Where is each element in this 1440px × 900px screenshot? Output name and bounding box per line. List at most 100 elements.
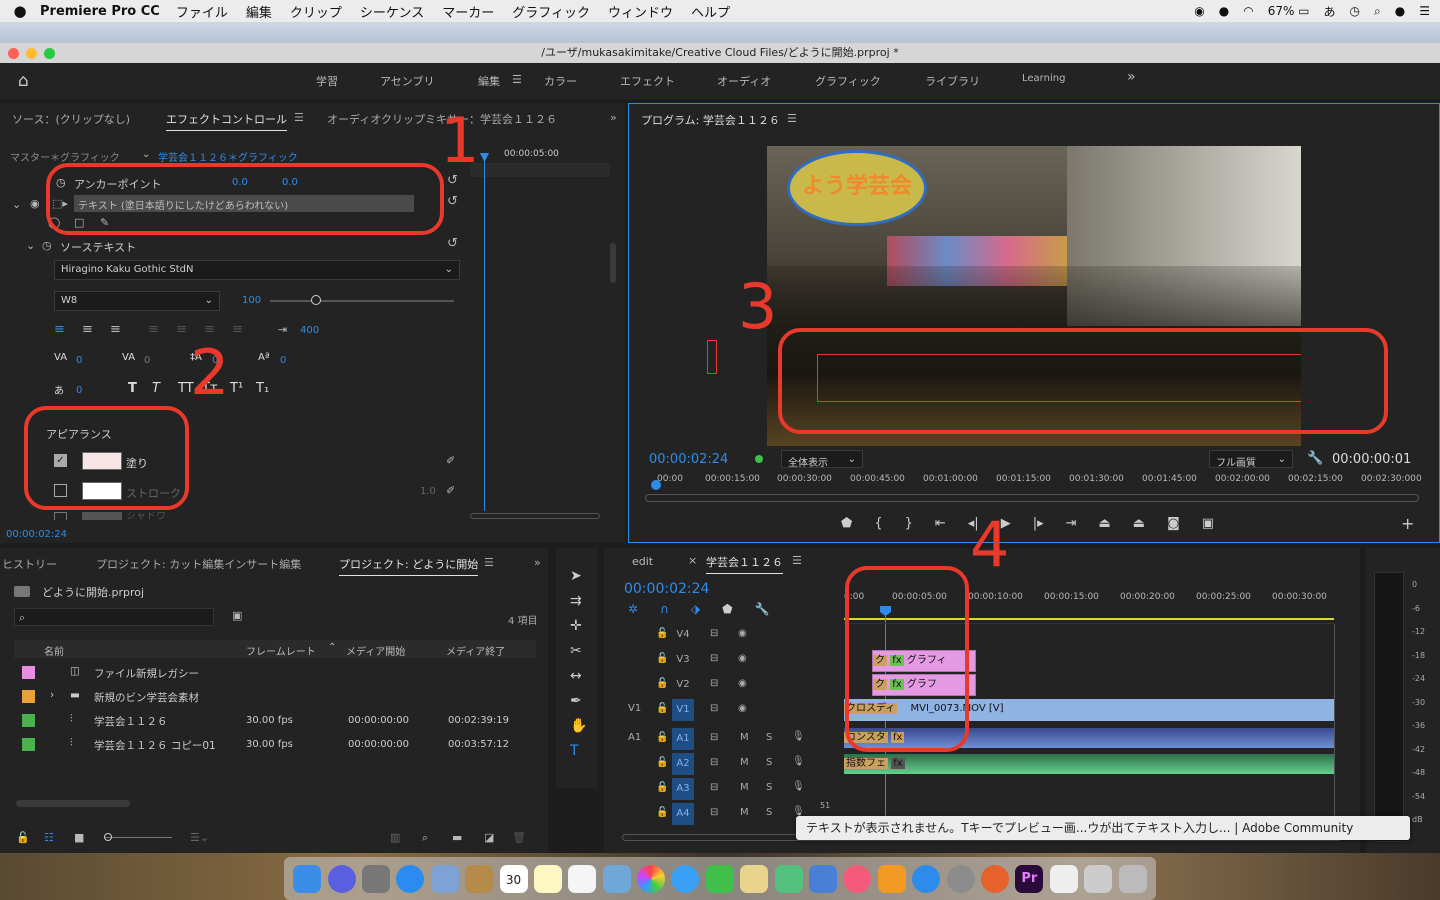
label-color-swatch[interactable] bbox=[22, 738, 35, 751]
close-tab-icon[interactable]: × bbox=[688, 554, 697, 567]
col-name[interactable]: 名前 bbox=[44, 643, 64, 658]
maps-icon[interactable] bbox=[602, 864, 631, 893]
track-select-tool-icon[interactable]: ⇉ bbox=[570, 593, 587, 609]
fill-eyedropper-icon[interactable]: ✐ bbox=[446, 454, 455, 467]
sort-icons-icon[interactable]: ☰⌄ bbox=[190, 831, 209, 844]
item-name[interactable]: 新規のビン学芸会素材 bbox=[94, 690, 199, 705]
spotlight-icon[interactable]: ⌕ bbox=[1374, 4, 1381, 19]
new-item-icon[interactable]: ◪ bbox=[484, 831, 494, 844]
tab-project-doyoni[interactable]: プロジェクト: どように開始 bbox=[339, 556, 479, 576]
menu-marker[interactable]: マーカー bbox=[442, 2, 494, 21]
app-name-menu[interactable]: Premiere Pro CC bbox=[40, 4, 160, 19]
menu-edit[interactable]: 編集 bbox=[246, 2, 272, 21]
sync-lock-icon[interactable]: ⊟ bbox=[710, 757, 718, 768]
track-target[interactable]: V4 bbox=[672, 624, 694, 646]
launchpad-icon[interactable] bbox=[361, 864, 390, 893]
track-lock-icon[interactable]: 🔓 bbox=[656, 757, 668, 768]
comparison-view-icon[interactable]: ▣ bbox=[1202, 516, 1214, 531]
workspace-graphics[interactable]: グラフィック bbox=[815, 73, 881, 89]
toggle-output-eye-icon[interactable]: ◉ bbox=[738, 678, 747, 689]
kerning-value[interactable]: 0 bbox=[76, 355, 82, 366]
align-left-icon[interactable]: ≡ bbox=[54, 322, 65, 337]
new-bin-icon[interactable]: ▬ bbox=[452, 831, 462, 844]
contacts-icon[interactable] bbox=[465, 864, 494, 893]
audio-clip-a2[interactable]: 指数フェ fx bbox=[844, 754, 1334, 774]
effect-timecode[interactable]: 00:00:02:24 bbox=[6, 529, 67, 540]
timeline-settings-icon[interactable]: 🔧 bbox=[755, 602, 770, 616]
font-family-dropdown[interactable]: Hiragino Kaku Gothic StdN ⌄ bbox=[54, 260, 460, 280]
menu-sequence[interactable]: シーケンス bbox=[360, 2, 424, 21]
pen-tool-icon[interactable]: ✒ bbox=[570, 693, 587, 709]
mini-playhead-handle-icon[interactable] bbox=[480, 153, 489, 162]
track-target[interactable]: A2 bbox=[672, 753, 694, 775]
solo-track-button[interactable]: S bbox=[766, 782, 772, 793]
faux-italic-button[interactable]: T bbox=[152, 381, 160, 396]
timeline-tab-edit[interactable]: edit bbox=[632, 555, 653, 568]
tab-effect-controls[interactable]: エフェクトコントロール bbox=[166, 111, 287, 131]
tracking-value[interactable]: 0 bbox=[144, 355, 150, 366]
clip-breadcrumb[interactable]: 学芸会１１２６＊グラフィック bbox=[158, 149, 298, 164]
align-center-icon[interactable]: ≡ bbox=[82, 322, 93, 337]
calendar-icon[interactable]: 30 bbox=[499, 864, 528, 893]
add-marker-icon[interactable]: ⬟ bbox=[722, 602, 732, 616]
text-layer-chevron-icon[interactable]: ⌄ bbox=[12, 198, 21, 211]
tab-source[interactable]: ソース：(クリップなし) bbox=[12, 111, 130, 127]
icon-view-icon[interactable]: ■ bbox=[74, 831, 84, 844]
font-size-slider-thumb[interactable] bbox=[311, 295, 321, 305]
siri-dock-icon[interactable] bbox=[327, 864, 356, 893]
tab-menu-icon[interactable]: ☰ bbox=[294, 111, 304, 124]
stroke-eyedropper-icon[interactable]: ✐ bbox=[446, 484, 455, 497]
label-color-swatch[interactable] bbox=[22, 666, 35, 679]
justify-center-icon[interactable]: ≡ bbox=[176, 322, 187, 337]
settings-wrench-icon[interactable]: 🔧 bbox=[1307, 451, 1323, 466]
itunes-icon[interactable] bbox=[843, 864, 872, 893]
go-to-out-icon[interactable]: ⇥ bbox=[1066, 516, 1077, 531]
source-patch-v1[interactable]: V1 bbox=[628, 703, 641, 714]
baseline-value[interactable]: 0 bbox=[280, 355, 286, 366]
project-lock-icon[interactable]: 🔓 bbox=[16, 831, 30, 844]
tab-stop-value[interactable]: 400 bbox=[300, 325, 319, 336]
panel-overflow-icon[interactable]: » bbox=[610, 111, 617, 124]
timeline-tab-sequence[interactable]: 学芸会１１２６ bbox=[706, 554, 783, 574]
automate-sequence-icon[interactable]: ▥ bbox=[390, 831, 400, 844]
mail-icon[interactable] bbox=[430, 864, 459, 893]
lift-icon[interactable]: ⏏ bbox=[1099, 516, 1111, 531]
voiceover-mic-icon[interactable]: 🎙 bbox=[792, 731, 805, 742]
toggle-output-eye-icon[interactable]: ◉ bbox=[738, 628, 747, 639]
thumbnail-slider-thumb[interactable] bbox=[104, 833, 112, 841]
track-target[interactable]: A3 bbox=[672, 778, 694, 800]
workspace-effects[interactable]: エフェクト bbox=[620, 73, 675, 89]
solo-track-button[interactable]: S bbox=[766, 732, 772, 743]
workspace-audio[interactable]: オーディオ bbox=[717, 73, 771, 89]
subscript-button[interactable]: T₁ bbox=[256, 381, 269, 396]
project-overflow-icon[interactable]: » bbox=[534, 556, 541, 569]
stroke-width-value[interactable]: 1.0 bbox=[420, 486, 436, 497]
tab-project-cut[interactable]: プロジェクト: カット編集インサート編集 bbox=[96, 556, 301, 572]
mark-in-icon[interactable]: { bbox=[874, 516, 882, 531]
source-text-chevron-icon[interactable]: ⌄ bbox=[26, 239, 35, 252]
toggle-output-eye-icon[interactable]: ◉ bbox=[738, 703, 747, 714]
zoom-window-button[interactable] bbox=[44, 48, 55, 59]
siri-icon[interactable]: ● bbox=[1395, 4, 1405, 18]
program-ruler[interactable]: 00:00 00:00:15:00 00:00:30:00 00:00:45:0… bbox=[643, 474, 1422, 494]
downloads-icon[interactable] bbox=[1084, 864, 1113, 893]
find-icon[interactable]: ⌕ bbox=[422, 831, 428, 845]
tab-history[interactable]: ヒストリー bbox=[2, 556, 57, 572]
track-lock-icon[interactable]: 🔓 bbox=[656, 678, 668, 689]
trash-dock-icon[interactable] bbox=[1118, 864, 1147, 893]
item-name[interactable]: 学芸会１１２６ コピー01 bbox=[94, 738, 216, 753]
mute-track-button[interactable]: M bbox=[740, 782, 749, 793]
menu-help[interactable]: ヘルプ bbox=[691, 2, 730, 21]
ibooks-icon[interactable] bbox=[877, 864, 906, 893]
voiceover-mic-icon[interactable]: 🎙 bbox=[792, 756, 805, 767]
shadow-color-swatch[interactable] bbox=[82, 512, 122, 520]
menu-clip[interactable]: クリップ bbox=[290, 2, 342, 21]
col-framerate[interactable]: フレームレート bbox=[246, 643, 316, 658]
justify-left-icon[interactable]: ≡ bbox=[148, 322, 159, 337]
sync-lock-icon[interactable]: ⊟ bbox=[710, 678, 718, 689]
notes-icon[interactable] bbox=[533, 864, 562, 893]
add-marker-icon[interactable]: ⬟ bbox=[841, 516, 852, 531]
workspace-learning[interactable]: Learning bbox=[1022, 73, 1065, 84]
col-media-start[interactable]: メディア開始 bbox=[346, 643, 405, 658]
table-row[interactable]: ⫶ 学芸会１１２６ 30.00 fps 00:00:00:00 00:02:39:19 bbox=[14, 710, 536, 732]
